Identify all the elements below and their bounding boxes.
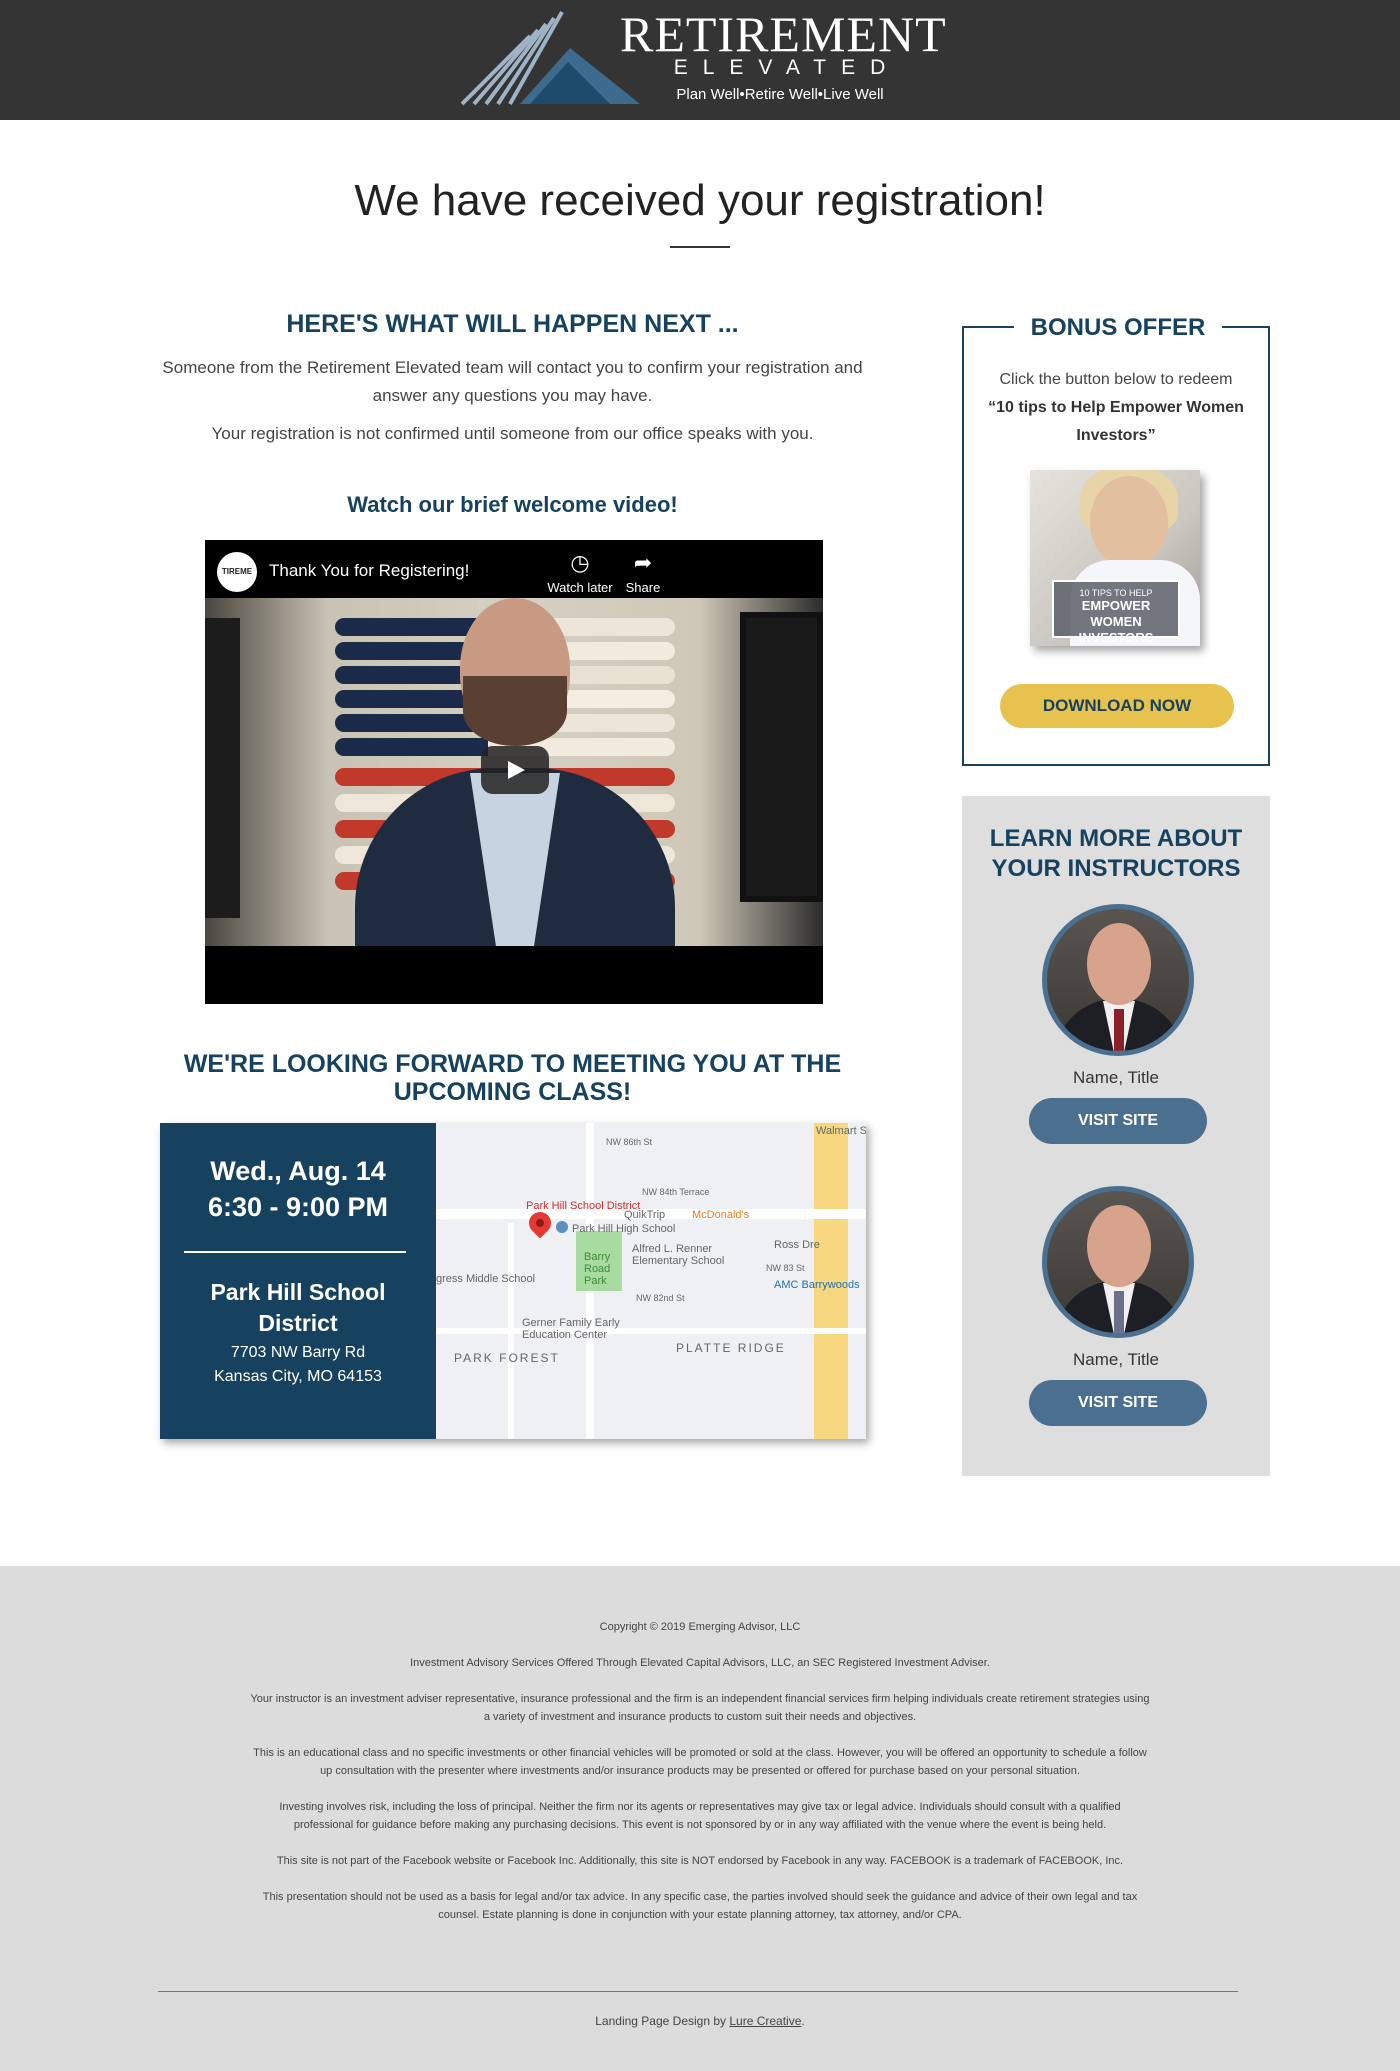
map-label-renner: Alfred L. Renner Elementary School [632,1243,725,1267]
logo-tagline: Plan Well•Retire Well•Live Well [676,86,884,103]
clock-icon: ◷ [570,550,590,575]
logo-title: RETIREMENT [620,6,947,62]
footer-note-1: Investment Advisory Services Offered Thr… [410,1657,990,1669]
page-title: We have received your registration! [354,176,1046,225]
school-marker-icon [556,1221,568,1233]
event-address-line-1: 7703 NW Barry Rd [230,1344,366,1361]
footer-copyright: Copyright © 2019 Emerging Advisor, LLC [599,1621,801,1633]
map-label-middle-school: gress Middle School [436,1273,536,1285]
welcome-video-player[interactable]: TIREME Thank You for Registering! ◷ Watc… [205,540,823,1004]
instructors-heading: LEARN MORE ABOUT YOUR INSTRUCTORS [989,825,1243,882]
event-datetime: Wed., Aug. 14 6:30 - 9:00 PM [160,1153,436,1225]
instructor-1-avatar [1042,904,1194,1056]
instructor-2-avatar [1042,1186,1194,1338]
bonus-offer-box: BONUS OFFER Click the button below to re… [962,314,1270,766]
map-label-ross: Ross Dre [774,1239,820,1251]
video-title[interactable]: Thank You for Registering! [269,561,469,581]
title-divider [670,246,730,248]
event-date: Wed., Aug. 14 [210,1156,386,1186]
ebook-cover-label: 10 TIPS TO HELP EMPOWER WOMEN INVESTORS [1052,580,1180,645]
ebook-line-3: WOMEN INVESTORS [1078,614,1154,645]
share-button[interactable]: ➦ Share [608,550,678,595]
watch-later-button[interactable]: ◷ Watch later [545,550,615,595]
logo-subtitle: ELEVATED [673,56,901,79]
map-label-amc: AMC Barrywoods [774,1279,860,1291]
event-card: Wed., Aug. 14 6:30 - 9:00 PM Park Hill S… [160,1123,866,1439]
ebook-cover-image: 10 TIPS TO HELP EMPOWER WOMEN INVESTORS [1030,470,1200,646]
next-steps-paragraph-2: Your registration is not confirmed until… [211,424,814,443]
footer-divider [158,1991,1238,1992]
play-icon[interactable] [481,746,549,794]
map-label-mcdonalds: McDonald's [692,1209,750,1221]
lure-creative-link[interactable]: Lure Creative [729,2014,801,2028]
video-top-bar: TIREME Thank You for Registering! ◷ Watc… [205,540,823,598]
instructors-panel: LEARN MORE ABOUT YOUR INSTRUCTORS Name, … [962,796,1270,1476]
footer-credit: Landing Page Design by Lure Creative. [0,2014,1400,2028]
footer-note-2: Your instructor is an investment adviser… [250,1693,1150,1723]
bonus-description: Click the button below to redeem “10 tip… [974,366,1258,450]
footer-note-6: This presentation should not be used as … [262,1891,1138,1921]
event-address-line-2: Kansas City, MO 64153 [214,1368,382,1385]
instructor-2-visit-site-button[interactable]: VISIT SITE [1029,1380,1207,1426]
event-address: 7703 NW Barry Rd Kansas City, MO 64153 [160,1341,436,1389]
site-footer: Copyright © 2019 Emerging Advisor, LLC I… [0,1566,1400,2071]
video-frame-left [205,618,240,918]
instructor-1-visit-site-button[interactable]: VISIT SITE [1029,1098,1207,1144]
next-steps-heading: HERE'S WHAT WILL HAPPEN NEXT ... [286,310,739,338]
bonus-intro: Click the button below to redeem [999,371,1233,388]
event-divider [184,1251,406,1253]
channel-avatar[interactable]: TIREME [217,552,257,592]
map-label-nw-83rd: NW 83 St [766,1263,805,1273]
event-venue: Park Hill School District [210,1279,386,1336]
video-frame-right [740,612,823,902]
location-map[interactable]: Park Hill School District QuikTrip McDon… [436,1123,866,1439]
footer-credit-prefix: Landing Page Design by [595,2014,730,2028]
map-label-gerner: Gerner Family Early Education Center [522,1317,620,1341]
map-label-walmart: Walmart Su [816,1125,866,1137]
map-label-park-forest: PARK FOREST [454,1351,560,1365]
next-steps-paragraph-1: Someone from the Retirement Elevated tea… [162,358,863,405]
map-label-quiktrip: QuikTrip [624,1209,666,1221]
event-info-panel: Wed., Aug. 14 6:30 - 9:00 PM Park Hill S… [160,1123,436,1439]
site-header: RETIREMENT ELEVATED Plan Well•Retire Wel… [0,0,1400,120]
footer-note-5: This site is not part of the Facebook we… [276,1855,1124,1867]
download-now-button[interactable]: DOWNLOAD NOW [1000,684,1234,728]
map-label-platte-ridge: PLATTE RIDGE [676,1341,786,1355]
video-heading: Watch our brief welcome video! [347,492,678,517]
share-arrow-icon: ➦ [633,550,653,575]
map-label-nw-82nd: NW 82nd St [636,1293,685,1303]
map-label-nw-86th: NW 86th St [606,1137,653,1147]
ebook-line-2: EMPOWER [1081,598,1151,613]
footer-credit-suffix: . [801,2014,805,2028]
instructor-1-name: Name, Title [1073,1068,1159,1087]
bonus-heading: BONUS OFFER [1014,314,1222,342]
share-label: Share [625,580,661,595]
meeting-heading: WE'RE LOOKING FORWARD TO MEETING YOU AT … [183,1050,842,1106]
instructor-2-name: Name, Title [1073,1350,1159,1369]
ebook-line-1: 10 TIPS TO HELP [1079,588,1153,598]
watch-later-label: Watch later [547,580,613,595]
footer-note-3: This is an educational class and no spec… [253,1747,1147,1777]
bonus-offer-title: “10 tips to Help Empower Women Investors… [988,399,1244,444]
map-label-high-school: Park Hill High School [572,1223,676,1235]
map-label-nw-84th: NW 84th Terrace [642,1187,710,1197]
footer-note-4: Investing involves risk, including the l… [279,1801,1121,1831]
event-time: 6:30 - 9:00 PM [207,1192,389,1222]
map-label-barry-park: Barry Road Park [584,1251,611,1287]
